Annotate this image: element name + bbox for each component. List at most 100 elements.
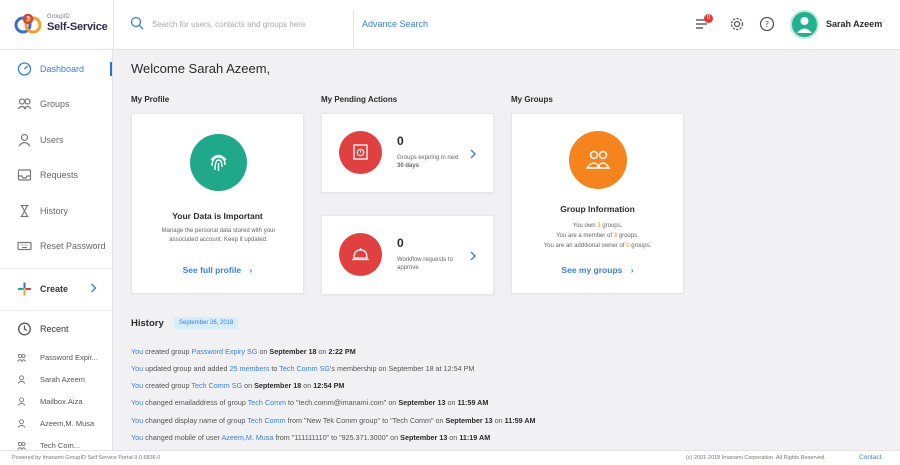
history-entity-link[interactable]: You — [131, 416, 143, 425]
groups-card: Group Information You own 3 groups. You … — [511, 113, 684, 294]
recent-label: Recent — [40, 324, 69, 334]
history-entity-link[interactable]: You — [131, 364, 143, 373]
history-text: to — [269, 364, 280, 373]
group-stat-text: groups. — [629, 243, 652, 249]
history-text: on — [447, 433, 460, 442]
history-entity-link[interactable]: You — [131, 398, 143, 407]
history-entity-link[interactable]: Tech Comm SG — [279, 364, 330, 373]
user-icon — [17, 397, 26, 406]
history-entity-link[interactable]: 25 members — [229, 364, 269, 373]
history-row: You updated group and added 25 members t… — [131, 364, 474, 373]
group-stat-text: You are an additional owner of — [543, 243, 627, 249]
group-information-badge — [569, 131, 627, 189]
group-stat-text: groups. — [617, 233, 639, 239]
sidebar-item-requests[interactable]: Requests — [0, 158, 112, 192]
history-entity-link[interactable]: You — [131, 381, 143, 390]
history-entity-link[interactable]: Password Expiry SG — [192, 347, 258, 356]
contact-link[interactable]: Contact — [859, 454, 881, 461]
history-heading: History — [131, 318, 164, 329]
recent-item[interactable]: Sarah Azeem — [0, 369, 112, 391]
history-text: September 13 — [400, 433, 448, 442]
sidebar-item-reset-password[interactable]: Reset Password — [0, 229, 112, 263]
history-entity-link[interactable]: Tech Comm — [247, 416, 285, 425]
history-date-badge: September 26, 2018 — [174, 317, 239, 329]
user-avatar-icon — [797, 17, 812, 33]
see-full-profile-link[interactable]: See full profile › — [132, 265, 303, 275]
history-text: September 13 — [398, 398, 446, 407]
search-divider — [353, 10, 354, 50]
recent-item[interactable]: Password Expir... — [0, 347, 112, 369]
see-my-groups-link[interactable]: See my groups › — [512, 265, 683, 275]
history-entity-link[interactable]: Azeem,M. Musa — [221, 433, 273, 442]
create-label: Create — [40, 284, 69, 294]
app-logo[interactable]: GroupID Self-Service — [14, 10, 114, 40]
brand-name: Self-Service — [47, 21, 108, 33]
history-row: You created group Password Expiry SG on … — [131, 347, 356, 356]
history-text: 2:22 PM — [328, 347, 356, 356]
sidebar-item-users[interactable]: Users — [0, 123, 112, 157]
history-entity-link[interactable]: You — [131, 347, 143, 356]
history-text: 11:59 AM — [504, 416, 536, 425]
footer-powered-by: Powered by Imanami GroupID Self Service … — [12, 455, 161, 461]
pending-workflow-requests-card[interactable]: 0 Workflow requests to approve — [321, 215, 494, 295]
sidebar-item-groups[interactable]: Groups — [0, 87, 112, 121]
history-text: 12:54 PM — [313, 381, 345, 390]
recent-item[interactable]: Azeem,M. Musa — [0, 413, 112, 435]
workflow-requests-text: Workflow requests to approve — [397, 257, 453, 271]
recent-item[interactable]: Mailbox.Aiza — [0, 391, 112, 413]
create-button[interactable]: Create — [0, 272, 112, 306]
recent-item-label: Azeem,M. Musa — [40, 419, 95, 428]
user-name[interactable]: Sarah Azeem — [826, 19, 882, 29]
history-text: 's membership on September 18 at 12:54 P… — [330, 364, 475, 373]
user-icon — [17, 419, 26, 428]
history-entity-link[interactable]: Tech Comm — [248, 398, 286, 407]
history-row: You changed display name of group Tech C… — [131, 416, 536, 425]
my-profile-heading: My Profile — [131, 95, 170, 104]
sidebar-item-label: Dashboard — [40, 64, 85, 74]
chevron-right-icon[interactable] — [469, 251, 477, 261]
profile-card-description: Manage the personal data stored with you… — [161, 228, 276, 243]
top-divider — [113, 0, 114, 50]
history-entity-link[interactable]: Tech Comm SG — [191, 381, 242, 390]
search-input[interactable] — [152, 15, 332, 33]
chevron-right-icon: › — [630, 265, 634, 275]
history-text: September 13 — [445, 416, 493, 425]
help-icon[interactable]: ? — [758, 15, 776, 33]
gear-icon[interactable] — [728, 15, 746, 33]
group-icon — [17, 441, 26, 450]
recent-item-label: Password Expir... — [40, 353, 98, 362]
chevron-right-icon[interactable] — [469, 149, 477, 159]
history-entity-link[interactable]: You — [131, 433, 143, 442]
sidebar-divider — [0, 310, 112, 311]
history-text: changed display name of group — [143, 416, 248, 425]
group-icon — [17, 353, 26, 362]
user-icon — [18, 133, 31, 147]
recent-item-label: Tech Com... — [40, 441, 81, 450]
avatar[interactable] — [790, 10, 819, 39]
see-my-groups-label: See my groups — [561, 265, 623, 275]
recent-item-label: Mailbox.Aiza — [40, 397, 83, 406]
recent-section-header: Recent — [0, 312, 112, 346]
pending-expiring-groups-card[interactable]: 0 Groups expiring in next 30 days — [321, 113, 494, 193]
workflow-requests-badge — [339, 233, 382, 276]
history-row: You changed emailaddress of group Tech C… — [131, 398, 488, 407]
history-text: on — [445, 398, 458, 407]
sidebar-item-dashboard[interactable]: Dashboard — [0, 52, 112, 86]
history-text: from "111111110" to "925.371.3000" on — [273, 433, 401, 442]
history-text: changed emailaddress of group — [143, 398, 248, 407]
sidebar-item-label: Users — [40, 135, 64, 145]
advance-search-link[interactable]: Advance Search — [362, 19, 428, 29]
expiring-groups-days: 30 days — [397, 163, 420, 169]
history-text: on — [257, 347, 270, 356]
search-icon[interactable] — [130, 16, 144, 30]
user-icon — [17, 375, 26, 384]
history-text: created group — [143, 347, 192, 356]
history-text: 11:59 AM — [457, 398, 489, 407]
sidebar: Dashboard Groups Users Requests History — [0, 50, 113, 450]
footer: Powered by Imanami GroupID Self Service … — [0, 450, 900, 465]
sidebar-item-history[interactable]: History — [0, 194, 112, 228]
expiring-groups-badge — [339, 131, 382, 174]
history-text: changed mobile of user — [143, 433, 222, 442]
group-stat-line: You are an additional owner of 0 groups. — [512, 242, 683, 251]
history-text: to "tech.comm@imanami.com" on — [286, 398, 399, 407]
